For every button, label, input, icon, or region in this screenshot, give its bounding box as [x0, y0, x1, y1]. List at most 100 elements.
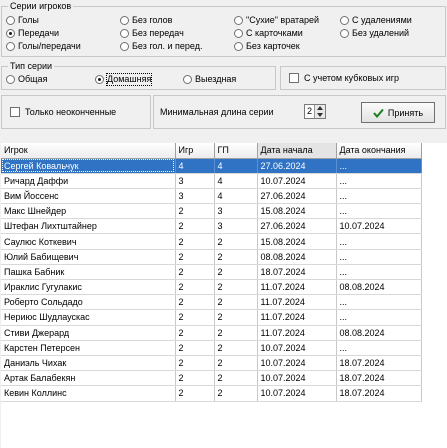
min-length-spinner[interactable]: 2: [304, 104, 326, 119]
table-row[interactable]: Юлий Бабищевич 2 2 08.08.2024...: [1, 249, 422, 265]
radio-no-cards[interactable]: Без карточек: [234, 41, 300, 52]
table-cell: 2: [175, 355, 215, 372]
table-cell: ...: [336, 173, 422, 189]
table-cell: Ираклис Гугулакис: [1, 279, 176, 296]
min-length-value: 2: [307, 106, 313, 116]
table-cell: 2: [214, 249, 258, 265]
table-row[interactable]: Макс Шнейдер 2 3 15.08.2024...: [1, 203, 422, 220]
radio-type-home[interactable]: Домашняя: [95, 73, 153, 86]
table-header-row: Игрок Игр ГП Дата начала Дата окончания: [1, 143, 422, 159]
table-cell: Стиви Джерард: [1, 325, 176, 341]
cup-games-panel: С учетом кубковых игр: [280, 66, 446, 90]
table-cell: Штефан Лихтштайнер: [1, 218, 176, 235]
cup-games-checkbox[interactable]: С учетом кубковых игр: [289, 73, 399, 83]
table-cell: 18.07.2024: [336, 355, 422, 372]
table-row[interactable]: Пашка Бабник 2 2 18.07.2024...: [1, 264, 422, 281]
radio-dot: [340, 16, 349, 25]
radio-dot: [183, 75, 192, 84]
table-cell: 2: [175, 279, 215, 296]
table-cell: 2: [175, 385, 215, 402]
accept-button-label: Принять: [387, 107, 424, 118]
table-cell: ...: [336, 249, 422, 265]
unfinished-checkbox[interactable]: Только неоконченные: [10, 107, 116, 117]
checkbox-box: [289, 73, 299, 83]
table-cell: 3: [175, 173, 215, 189]
table-cell: 10.07.2024: [257, 355, 337, 372]
radio-type-overall[interactable]: Общая: [6, 74, 47, 85]
radio-type-away[interactable]: Выездная: [183, 74, 236, 85]
radio-dot: [234, 29, 243, 38]
radio-no-goals[interactable]: Без голов: [120, 15, 172, 26]
table-cell: 2: [214, 340, 258, 356]
series-type-groupbox: Тип серии Общая Домашняя Выездная: [1, 61, 276, 90]
table-cell: 4: [175, 158, 215, 174]
table-cell: 10.07.2024: [257, 173, 337, 189]
radio-goals-assists[interactable]: Голы/передачи: [6, 41, 81, 52]
table-cell: 2: [175, 218, 215, 235]
table-cell: 18.07.2024: [336, 385, 422, 402]
table-cell: 27.06.2024: [257, 218, 337, 235]
column-header-player[interactable]: Игрок: [1, 143, 176, 159]
radio-dot: [95, 75, 104, 84]
radio-no-penalties[interactable]: Без удалений: [340, 28, 409, 39]
table-row[interactable]: Даниэль Чихак 2 2 10.07.2024 18.07.2024: [1, 355, 422, 372]
radio-no-goals-assists[interactable]: Без гол. и перед.: [120, 41, 202, 52]
table-cell: 2: [175, 203, 215, 220]
radio-with-cards[interactable]: С карточками: [234, 28, 303, 39]
table-row[interactable]: Артак Балабекян 2 2 10.07.2024 18.07.2024: [1, 370, 422, 387]
radio-no-assists[interactable]: Без передач: [120, 28, 184, 39]
spinner-arrows-icon[interactable]: [314, 105, 325, 118]
players-grid[interactable]: Игрок Игр ГП Дата начала Дата окончания …: [1, 143, 447, 448]
table-cell: Ричард Даффи: [1, 173, 176, 189]
unfinished-panel: Только неоконченные: [1, 95, 151, 129]
table-row[interactable]: Ричард Даффи 3 4 10.07.2024...: [1, 173, 422, 189]
radio-clean-sheets[interactable]: "Сухие" вратарей: [234, 15, 319, 26]
table-row[interactable]: Сергей Ковальчук 4 4 27.06.2024...: [1, 158, 422, 174]
table-row[interactable]: Вим Йоссенс 3 4 27.06.2024...: [1, 188, 422, 205]
table-cell: Кевин Коллинс: [1, 385, 176, 402]
table-cell: Макс Шнейдер: [1, 203, 176, 220]
radio-dot: [234, 16, 243, 25]
table-row[interactable]: Саулюс Коткевич 2 2 15.08.2024...: [1, 233, 422, 250]
table-cell: 18.07.2024: [257, 264, 337, 281]
radio-with-penalties[interactable]: С удалениями: [340, 15, 412, 26]
column-header-gp[interactable]: ГП: [214, 143, 258, 159]
table-cell: 11.07.2024: [257, 309, 337, 326]
column-header-games[interactable]: Игр: [175, 143, 215, 159]
column-header-end-date[interactable]: Дата окончания: [336, 143, 422, 159]
table-cell: ...: [336, 340, 422, 356]
radio-dot: [120, 16, 129, 25]
table-cell: Вим Йоссенс: [1, 188, 176, 205]
radio-assists[interactable]: Передачи: [6, 28, 59, 39]
column-header-start-date[interactable]: Дата начала: [257, 143, 337, 159]
table-cell: 2: [214, 325, 258, 341]
table-cell: ...: [336, 203, 422, 220]
table-cell: 2: [214, 385, 258, 402]
table-cell: 15.08.2024: [257, 203, 337, 220]
table-cell: 2: [214, 355, 258, 372]
table-cell: 27.06.2024: [257, 158, 337, 174]
table-cell: 18.07.2024: [336, 370, 422, 387]
radio-dot: [6, 29, 15, 38]
table-cell: 2: [175, 370, 215, 387]
table-cell: Даниэль Чихак: [1, 355, 176, 372]
table-row[interactable]: Карстен Петерсен 2 2 10.07.2024...: [1, 340, 422, 356]
radio-dot: [6, 42, 15, 51]
table-cell: ...: [336, 294, 422, 311]
radio-dot: [340, 29, 349, 38]
table-row[interactable]: Роберто Сольдадо 2 2 11.07.2024...: [1, 294, 422, 311]
table-row[interactable]: Нериюс Шудлаускас 2 2 11.07.2024...: [1, 309, 422, 326]
table-row[interactable]: Кевин Коллинс 2 2 10.07.2024 18.07.2024: [1, 385, 422, 402]
table-cell: 2: [175, 294, 215, 311]
table-row[interactable]: Штефан Лихтштайнер 2 3 27.06.2024 10.07.2024: [1, 218, 422, 235]
table-cell: ...: [336, 264, 422, 281]
table-cell: 08.08.2024: [257, 249, 337, 265]
table-cell: Сергей Ковальчук: [1, 158, 176, 174]
accept-button[interactable]: Принять: [361, 102, 435, 123]
table-cell: 2: [214, 264, 258, 281]
table-row[interactable]: Ираклис Гугулакис 2 2 11.07.2024 08.08.2024: [1, 279, 422, 296]
radio-dot: [120, 42, 129, 51]
table-cell: ...: [336, 233, 422, 250]
radio-goals[interactable]: Голы: [6, 15, 39, 26]
table-row[interactable]: Стиви Джерард 2 2 11.07.2024 08.08.2024: [1, 325, 422, 341]
